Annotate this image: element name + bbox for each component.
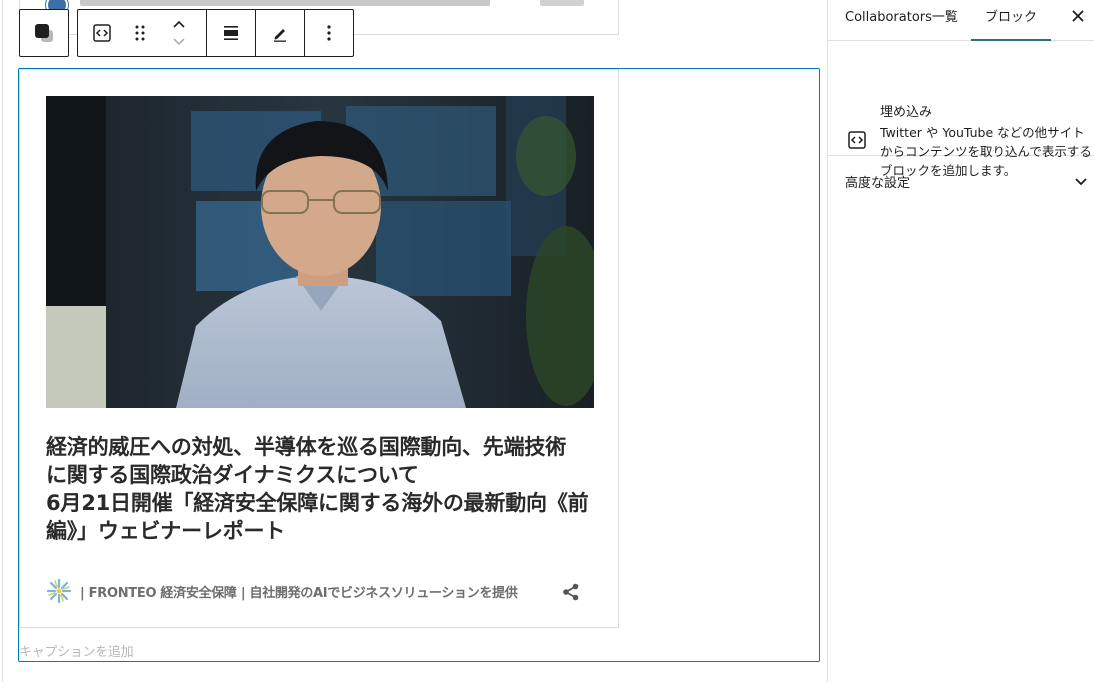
chevron-down-icon [1075,178,1087,186]
embed-site-name: | FRONTEO 経済安全保障 | 自社開発のAIでビジネスソリューションを提… [80,585,518,601]
embed-thumbnail [46,96,594,408]
settings-sidebar: Collaborators一覧 ブロック 埋め込み Twitter や YouT… [827,0,1094,682]
embed-type-button[interactable] [78,10,126,56]
move-down-icon[interactable] [172,37,186,47]
block-name: 埋め込み [880,105,933,120]
block-switcher-icon [35,24,53,42]
advanced-settings-label: 高度な設定 [845,176,911,191]
align-wide-icon [224,26,238,40]
drag-handle-icon [135,25,145,41]
edit-url-button[interactable] [256,10,304,56]
pencil-icon [274,29,286,42]
more-vertical-icon [327,25,331,41]
embed-title[interactable]: 経済的威圧への対処、半導体を巡る国際動向、先端技術 に関する国際政治ダイナミクス… [46,433,596,545]
block-toolbar [19,9,354,57]
embed-site-row: | FRONTEO 経済安全保障 | 自社開発のAIでビジネスソリューションを提… [46,578,594,604]
toolbar-group-main [77,9,354,57]
align-button[interactable] [207,10,255,56]
block-mover [154,10,206,56]
tab-block[interactable]: ブロック [971,0,1051,41]
previous-embed-text [80,0,490,6]
block-switcher-button[interactable] [20,10,68,56]
site-logo-icon [46,578,72,604]
move-up-icon[interactable] [172,19,186,29]
share-icon[interactable] [562,583,580,601]
previous-share-icon [540,0,584,6]
close-icon[interactable] [1068,6,1088,26]
embed-card[interactable]: 経済的威圧への対処、半導体を巡る国際動向、先端技術 に関する国際政治ダイナミクス… [19,69,619,628]
more-options-button[interactable] [305,10,353,56]
toolbar-group-switcher [19,9,69,57]
embed-icon [848,131,866,149]
drag-handle[interactable] [126,10,154,56]
thumbnail-photo [46,96,594,408]
editor-canvas: 経済的威圧への対処、半導体を巡る国際動向、先端技術 に関する国際政治ダイナミクス… [0,0,828,682]
block-card: 埋め込み Twitter や YouTube などの他サイトからコンテンツを取り… [828,41,1094,178]
tab-collaborators[interactable]: Collaborators一覧 [845,0,958,41]
embed-icon [93,24,111,42]
canvas-edge [2,0,3,682]
advanced-settings-toggle[interactable]: 高度な設定 [828,157,1094,205]
sidebar-tabs: Collaborators一覧 ブロック [828,0,1094,41]
caption-input[interactable]: キャプションを追加 [19,641,134,660]
